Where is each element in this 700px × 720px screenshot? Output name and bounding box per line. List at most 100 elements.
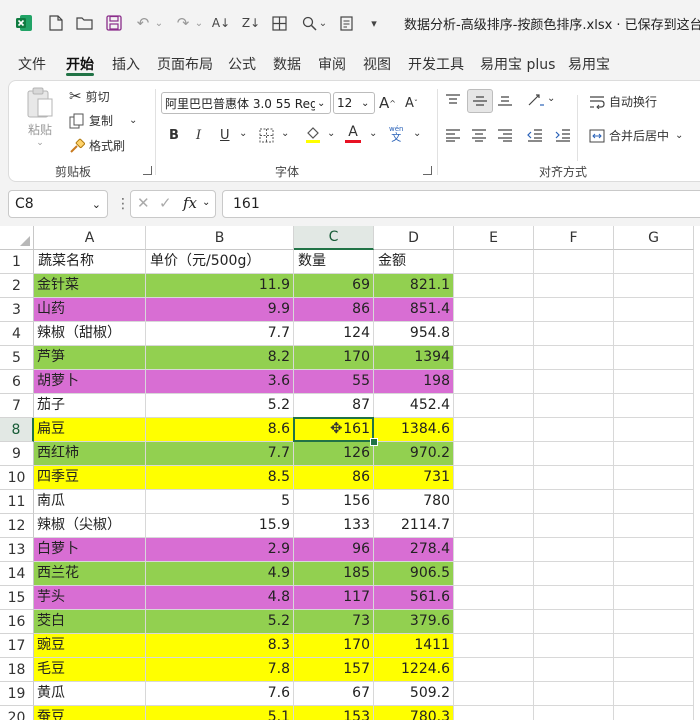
column-header-c[interactable]: C: [294, 226, 374, 250]
cell-vegetable-name[interactable]: 茭白: [34, 610, 146, 634]
table-borders-icon[interactable]: [268, 12, 290, 34]
cell-vegetable-name[interactable]: 扁豆: [34, 418, 146, 442]
cell[interactable]: [614, 562, 694, 586]
cell-vegetable-name[interactable]: 胡萝卜: [34, 370, 146, 394]
cell-quantity[interactable]: 170: [294, 346, 374, 370]
cell[interactable]: [534, 370, 614, 394]
new-file-icon[interactable]: [46, 12, 66, 34]
row-header[interactable]: 4: [0, 322, 34, 346]
cell-amount[interactable]: 906.5: [374, 562, 454, 586]
tab-insert[interactable]: 插入: [112, 54, 140, 74]
clipboard-launcher-icon[interactable]: [143, 166, 152, 175]
column-header-d[interactable]: D: [374, 226, 454, 250]
cell[interactable]: [614, 394, 694, 418]
cell-amount[interactable]: 821.1: [374, 274, 454, 298]
undo-dropdown-icon[interactable]: ⌄: [154, 12, 164, 34]
find-icon[interactable]: [298, 12, 320, 34]
row-header[interactable]: 7: [0, 394, 34, 418]
cell-quantity[interactable]: 117: [294, 586, 374, 610]
sort-asc-icon[interactable]: A↓: [210, 12, 232, 34]
cell[interactable]: [614, 682, 694, 706]
row-header[interactable]: 15: [0, 586, 34, 610]
tab-yiyongbao-plus[interactable]: 易用宝 plus: [480, 54, 555, 74]
tab-data[interactable]: 数据: [273, 54, 301, 74]
row-header[interactable]: 17: [0, 634, 34, 658]
align-left-icon[interactable]: [445, 128, 461, 142]
tab-review[interactable]: 审阅: [318, 54, 346, 74]
cell-vegetable-name[interactable]: 蚕豆: [34, 706, 146, 720]
borders-icon[interactable]: [259, 128, 274, 143]
cell[interactable]: [454, 442, 534, 466]
cell[interactable]: [614, 634, 694, 658]
row-header[interactable]: 19: [0, 682, 34, 706]
cell-quantity[interactable]: 133: [294, 514, 374, 538]
underline-dropdown-icon[interactable]: ⌄: [239, 128, 247, 139]
increase-font-icon[interactable]: A ^: [379, 94, 396, 112]
cell[interactable]: [534, 418, 614, 442]
column-header-g[interactable]: G: [614, 226, 694, 250]
cut-button[interactable]: ✂ 剪切: [69, 87, 110, 105]
header-cell[interactable]: 金额: [374, 250, 454, 274]
row-header[interactable]: 3: [0, 298, 34, 322]
cell-quantity[interactable]: 96: [294, 538, 374, 562]
cell[interactable]: [614, 490, 694, 514]
row-header[interactable]: 14: [0, 562, 34, 586]
cell-quantity[interactable]: 67: [294, 682, 374, 706]
cell[interactable]: [534, 562, 614, 586]
column-header-a[interactable]: A: [34, 226, 146, 250]
name-box[interactable]: C8 ⌄: [8, 190, 108, 218]
cell-amount[interactable]: 1411: [374, 634, 454, 658]
font-color-dropdown-icon[interactable]: ⌄: [369, 128, 377, 139]
tab-yiyongbao[interactable]: 易用宝: [568, 54, 610, 74]
orientation-icon[interactable]: [527, 93, 545, 107]
cell[interactable]: [614, 610, 694, 634]
cell-amount[interactable]: 198: [374, 370, 454, 394]
wrap-text-button[interactable]: 自动换行: [589, 93, 657, 110]
cell-unit-price[interactable]: 5.1: [146, 706, 294, 720]
cell-amount[interactable]: 2114.7: [374, 514, 454, 538]
cell-unit-price[interactable]: 8.6: [146, 418, 294, 442]
cell[interactable]: [454, 418, 534, 442]
cell-unit-price[interactable]: 7.7: [146, 322, 294, 346]
cell-amount[interactable]: 561.6: [374, 586, 454, 610]
cell[interactable]: [454, 370, 534, 394]
cell-unit-price[interactable]: 7.6: [146, 682, 294, 706]
fill-color-icon[interactable]: [305, 125, 321, 143]
merge-center-button[interactable]: 合并后居中 ⌄: [589, 127, 683, 144]
font-size-combo[interactable]: 12 ⌄: [333, 92, 375, 114]
copy-dropdown-icon[interactable]: ⌄: [129, 115, 137, 126]
cell[interactable]: [534, 586, 614, 610]
cell-unit-price[interactable]: 4.8: [146, 586, 294, 610]
cell[interactable]: [614, 298, 694, 322]
cell[interactable]: [614, 274, 694, 298]
cell-vegetable-name[interactable]: 西兰花: [34, 562, 146, 586]
font-name-combo[interactable]: 阿里巴巴普惠体 3.0 55 Regular ⌄: [161, 92, 331, 114]
header-cell[interactable]: 单价（元/500g）: [146, 250, 294, 274]
cell-vegetable-name[interactable]: 白萝卜: [34, 538, 146, 562]
fill-handle[interactable]: [370, 438, 378, 446]
cell[interactable]: [454, 274, 534, 298]
row-header[interactable]: 18: [0, 658, 34, 682]
font-name-dropdown-icon[interactable]: ⌄: [317, 98, 325, 109]
cell[interactable]: [534, 658, 614, 682]
increase-indent-icon[interactable]: [555, 128, 571, 142]
name-box-dropdown-icon[interactable]: ⌄: [92, 198, 101, 211]
cell-amount[interactable]: 731: [374, 466, 454, 490]
cell[interactable]: [534, 298, 614, 322]
cell-quantity[interactable]: 124: [294, 322, 374, 346]
cell[interactable]: [534, 610, 614, 634]
cell-amount[interactable]: 278.4: [374, 538, 454, 562]
cell[interactable]: [454, 490, 534, 514]
row-header[interactable]: 12: [0, 514, 34, 538]
align-right-icon[interactable]: [497, 128, 513, 142]
find-dropdown-icon[interactable]: ⌄: [318, 12, 328, 34]
cell-unit-price[interactable]: 8.2: [146, 346, 294, 370]
cell-vegetable-name[interactable]: 豌豆: [34, 634, 146, 658]
insert-function-icon[interactable]: fx: [183, 194, 197, 212]
cell-unit-price[interactable]: 11.9: [146, 274, 294, 298]
redo-icon[interactable]: ↷: [172, 12, 194, 34]
cell-vegetable-name[interactable]: 黄瓜: [34, 682, 146, 706]
cell-quantity[interactable]: 170: [294, 634, 374, 658]
cell-unit-price[interactable]: 9.9: [146, 298, 294, 322]
cell-vegetable-name[interactable]: 金针菜: [34, 274, 146, 298]
